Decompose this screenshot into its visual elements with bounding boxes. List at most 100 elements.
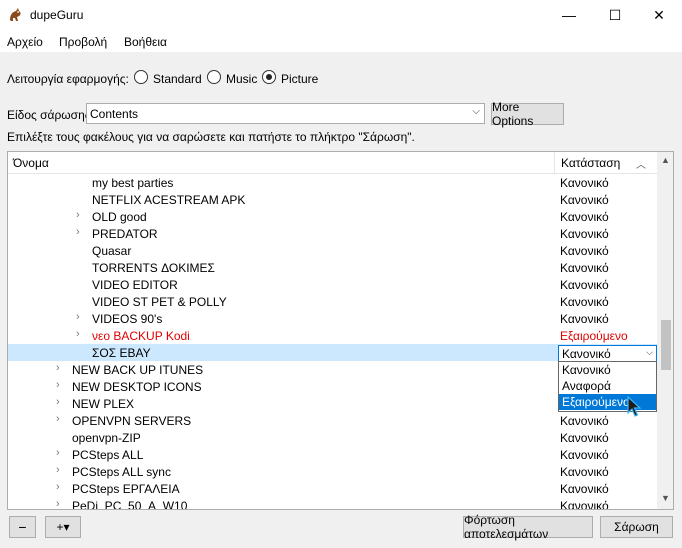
mouse-cursor-icon [627, 396, 642, 417]
scroll-up-icon[interactable]: ▲ [661, 155, 670, 165]
title-bar: dupeGuru — ☐ ✕ [0, 0, 682, 30]
mode-picture-label[interactable]: Picture [281, 72, 318, 86]
folder-name: PREDATOR [92, 227, 158, 241]
menu-help[interactable]: Βοήθεια [124, 35, 167, 49]
scan-type-select[interactable]: Contents ⌵ [86, 103, 485, 124]
folder-name: νεο BACKUP Kodi [92, 329, 190, 343]
folder-status[interactable]: Κανονικό [560, 295, 609, 309]
tree-row[interactable]: my best parties Κανονικό [8, 174, 657, 191]
folder-name: PCSteps ΕΡΓΑΛΕΙΑ [72, 482, 180, 496]
tree-row[interactable]: VIDEO ST PET & POLLY Κανονικό [8, 293, 657, 310]
folder-tree[interactable]: Όνομα Κατάσταση ︿ my best parties Κανονικ… [7, 151, 674, 510]
tree-row[interactable]: openvpn-ZIP Κανονικό [8, 429, 657, 446]
mode-standard-radio[interactable] [134, 70, 148, 84]
chevron-right-icon[interactable]: › [76, 328, 80, 340]
tree-row[interactable]: NETFLIX ACESTREAM APK Κανονικό [8, 191, 657, 208]
app-mode-label: Λειτουργία εφαρμογής: [7, 72, 129, 86]
mode-picture-radio[interactable] [262, 70, 276, 84]
folder-name: OPENVPN SERVERS [72, 414, 192, 428]
folder-status[interactable]: Κανονικό [560, 414, 609, 428]
mode-music-label[interactable]: Music [226, 72, 257, 86]
column-divider[interactable] [554, 152, 555, 174]
menu-bar: Αρχείο Προβολή Βοήθεια [0, 30, 682, 52]
window-title: dupeGuru [30, 8, 84, 22]
folder-name: VIDEO EDITOR [92, 278, 178, 292]
scroll-down-icon[interactable]: ▼ [661, 493, 670, 503]
chevron-right-icon[interactable]: › [76, 209, 80, 221]
folder-status[interactable]: Κανονικό [560, 465, 609, 479]
chevron-right-icon[interactable]: › [76, 311, 80, 323]
folder-status[interactable]: Κανονικό [560, 312, 609, 326]
sort-up-icon: ︿ [636, 160, 646, 171]
tree-row[interactable]: › νεο BACKUP Kodi Εξαιρούμενο [8, 327, 657, 344]
folder-status[interactable]: Κανονικό [560, 261, 609, 275]
tree-row[interactable]: TORRENTS ΔΟΚΙΜΕΣ Κανονικό [8, 259, 657, 276]
folder-status[interactable]: Κανονικό [560, 431, 609, 445]
chevron-right-icon[interactable]: › [56, 379, 60, 391]
remove-folder-button[interactable]: − [9, 516, 36, 538]
chevron-right-icon[interactable]: › [56, 447, 60, 459]
folder-status[interactable]: Κανονικό [560, 278, 609, 292]
menu-file[interactable]: Αρχείο [7, 35, 43, 49]
folder-name: VIDEO ST PET & POLLY [92, 295, 227, 309]
folder-status[interactable]: Κανονικό [560, 244, 609, 258]
status-editor-select[interactable]: Κανονικό ⌵ [558, 345, 657, 362]
minimize-button[interactable]: — [546, 0, 592, 30]
scan-type-value: Contents [90, 107, 139, 121]
folder-status[interactable]: Κανονικό [560, 499, 609, 509]
mode-standard-label[interactable]: Standard [153, 72, 202, 86]
instructions-text: Επιλέξτε τους φακέλους για να σαρώσετε κ… [7, 130, 415, 144]
tree-row[interactable]: › PREDATOR Κανονικό [8, 225, 657, 242]
folder-status[interactable]: Κανονικό [560, 482, 609, 496]
tree-row[interactable]: › PCSteps ALL sync Κανονικό [8, 463, 657, 480]
app-mode-row: Λειτουργία εφαρμογής: Standard Music Pic… [0, 52, 682, 102]
folder-name: my best parties [92, 176, 174, 190]
scroll-thumb[interactable] [661, 320, 671, 370]
status-option[interactable]: Κανονικό [559, 362, 656, 378]
load-results-button[interactable]: Φόρτωση αποτελεσμάτων [463, 513, 593, 541]
folder-status[interactable]: Κανονικό [560, 193, 609, 207]
folder-status[interactable]: Εξαιρούμενο [560, 329, 628, 343]
tree-row[interactable]: › VIDEOS 90's Κανονικό [8, 310, 657, 327]
chevron-right-icon[interactable]: › [56, 481, 60, 493]
chevron-right-icon[interactable]: › [56, 498, 60, 509]
folder-name: NEW BACK UP ITUNES [72, 363, 204, 377]
add-folder-button[interactable]: +▾ [45, 516, 81, 538]
folder-name: ΣΟΣ EBAY [92, 346, 151, 360]
folder-name: Quasar [92, 244, 132, 258]
tree-row[interactable]: › PCSteps ΕΡΓΑΛΕΙΑ Κανονικό [8, 480, 657, 497]
folder-name: PeDi_PC_50_A_W10 [72, 499, 188, 510]
scan-button[interactable]: Σάρωση [600, 516, 673, 538]
folder-status[interactable]: Κανονικό [560, 210, 609, 224]
close-button[interactable]: ✕ [636, 0, 682, 30]
folder-name: VIDEOS 90's [92, 312, 163, 326]
tree-row[interactable]: VIDEO EDITOR Κανονικό [8, 276, 657, 293]
chevron-right-icon[interactable]: › [56, 464, 60, 476]
folder-name: NEW PLEX [72, 397, 135, 411]
chevron-right-icon[interactable]: › [56, 396, 60, 408]
folder-status[interactable]: Κανονικό [560, 448, 609, 462]
mode-music-radio[interactable] [207, 70, 221, 84]
vertical-scrollbar[interactable]: ▲ ▼ [657, 152, 673, 509]
column-header-name[interactable]: Όνομα [13, 156, 49, 170]
tree-row[interactable]: Quasar Κανονικό [8, 242, 657, 259]
chevron-right-icon[interactable]: › [56, 413, 60, 425]
tree-row[interactable]: › OPENVPN SERVERS Κανονικό [8, 412, 657, 429]
tree-row[interactable]: › PeDi_PC_50_A_W10 Κανονικό [8, 497, 657, 510]
maximize-button[interactable]: ☐ [592, 0, 638, 30]
status-option[interactable]: Αναφορά [559, 378, 656, 394]
folder-status[interactable]: Κανονικό [560, 176, 609, 190]
tree-row[interactable]: › OLD good Κανονικό [8, 208, 657, 225]
menu-view[interactable]: Προβολή [59, 35, 107, 49]
more-options-button[interactable]: More Options [491, 100, 564, 128]
column-header-status[interactable]: Κατάσταση [561, 156, 620, 170]
tree-header: Όνομα Κατάσταση ︿ [8, 152, 657, 174]
chevron-right-icon[interactable]: › [76, 226, 80, 238]
chevron-right-icon[interactable]: › [56, 362, 60, 374]
folder-name: OLD good [92, 210, 147, 224]
chevron-down-icon: ⌵ [472, 106, 480, 117]
folder-name: TORRENTS ΔΟΚΙΜΕΣ [92, 261, 215, 275]
folder-status[interactable]: Κανονικό [560, 227, 609, 241]
status-editor-value: Κανονικό [562, 347, 611, 361]
tree-row[interactable]: › PCSteps ALL Κανονικό [8, 446, 657, 463]
